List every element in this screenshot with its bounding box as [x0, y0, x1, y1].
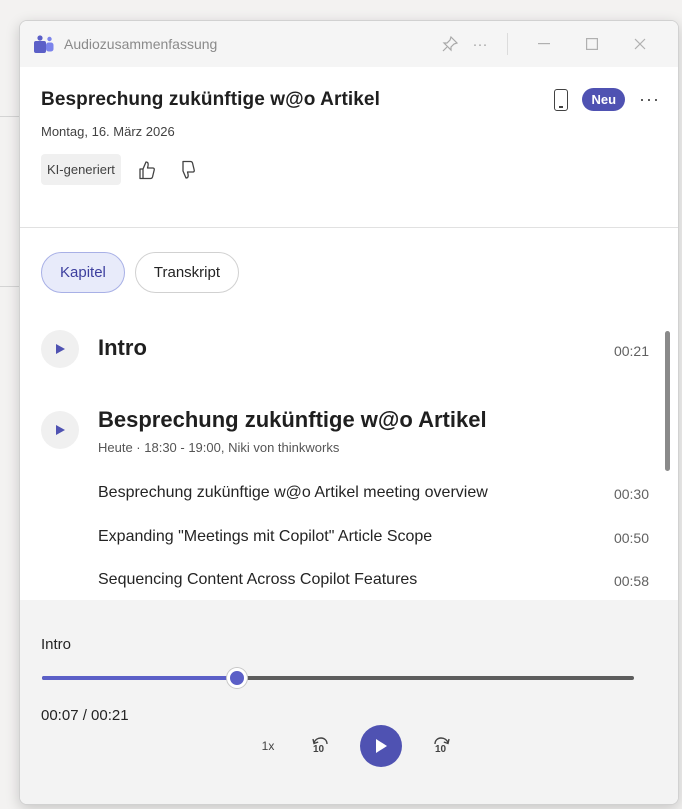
ai-generated-tag: KI-generiert	[41, 154, 121, 185]
play-button[interactable]	[360, 725, 402, 767]
window-title: Audiozusammenfassung	[64, 36, 218, 52]
pin-icon	[442, 35, 459, 52]
subchapter-item[interactable]: Sequencing Content Across Copilot Featur…	[98, 571, 649, 589]
chapter-play-button[interactable]	[41, 411, 79, 449]
meeting-header: Besprechung zukünftige w@o Artikel Monta…	[20, 67, 678, 228]
close-button[interactable]	[616, 29, 664, 59]
subchapter-label: Sequencing Content Across Copilot Featur…	[98, 571, 418, 588]
thumbs-down-icon	[182, 160, 195, 179]
subchapter-label: Expanding "Meetings mit Copilot" Article…	[98, 528, 433, 545]
title-bar: Audiozusammenfassung ···	[20, 21, 678, 67]
more-icon: ···	[472, 35, 488, 53]
chapter-scrollbar[interactable]	[665, 331, 670, 471]
subchapter-time: 00:58	[613, 573, 649, 589]
more-options-button[interactable]: ···	[465, 29, 495, 59]
teams-icon	[34, 35, 54, 53]
subchapter-time: 00:50	[613, 530, 649, 546]
audio-player: Intro 00:07 / 00:21 1x 10 10	[20, 600, 678, 804]
chapter-title: Intro	[98, 335, 147, 360]
skip-back-seconds: 10	[313, 744, 325, 755]
pin-button[interactable]	[435, 29, 465, 59]
skip-forward-seconds: 10	[435, 744, 447, 755]
play-icon	[56, 425, 65, 435]
chapter-subtitle: Heute · 18:30 - 19:00, Niki von thinkwor…	[98, 440, 340, 455]
play-icon	[56, 344, 65, 354]
tab-transcript[interactable]: Transkript	[134, 252, 239, 293]
view-tabs: Kapitel Transkript	[20, 228, 678, 293]
progress-thumb[interactable]	[227, 668, 248, 688]
close-icon	[634, 38, 646, 50]
header-more-button[interactable]: ···	[639, 89, 660, 110]
chapter-list: Intro 00:21 Besprechung zukünftige w@o A…	[20, 329, 678, 601]
mobile-device-icon[interactable]	[554, 88, 569, 111]
meeting-date: Montag, 16. März 2026	[41, 124, 175, 139]
play-icon	[376, 739, 387, 753]
progress-slider[interactable]	[42, 668, 634, 688]
thumbs-up-icon	[139, 160, 155, 179]
new-badge: Neu	[582, 88, 626, 111]
subchapter-item[interactable]: Besprechung zukünftige w@o Artikel meeti…	[98, 484, 649, 502]
subchapter-label: Besprechung zukünftige w@o Artikel meeti…	[98, 484, 488, 501]
skip-forward-button[interactable]: 10	[426, 730, 458, 762]
subchapter-time: 00:30	[613, 486, 649, 502]
current-chapter-label: Intro	[41, 636, 72, 653]
audio-summary-window: Audiozusammenfassung ··· Besprechung zuk…	[19, 20, 679, 805]
minimize-icon	[538, 43, 550, 45]
tab-chapters[interactable]: Kapitel	[41, 252, 125, 293]
maximize-button[interactable]	[568, 29, 616, 59]
thumbs-down-button[interactable]	[173, 156, 201, 184]
playback-controls: 1x 10 10	[256, 725, 458, 767]
skip-back-button[interactable]: 10	[304, 730, 336, 762]
chapter-title: Besprechung zukünftige w@o Artikel	[98, 407, 487, 432]
minimize-button[interactable]	[520, 29, 568, 59]
thumbs-up-button[interactable]	[133, 156, 161, 184]
subchapter-item[interactable]: Expanding "Meetings mit Copilot" Article…	[98, 528, 649, 546]
maximize-icon	[586, 38, 598, 50]
time-readout: 00:07 / 00:21	[41, 707, 129, 724]
titlebar-separator	[507, 33, 508, 55]
chapter-play-button[interactable]	[41, 330, 79, 368]
chapter-time: 00:21	[613, 343, 649, 359]
playback-speed-button[interactable]: 1x	[256, 739, 280, 753]
progress-fill	[42, 676, 238, 680]
